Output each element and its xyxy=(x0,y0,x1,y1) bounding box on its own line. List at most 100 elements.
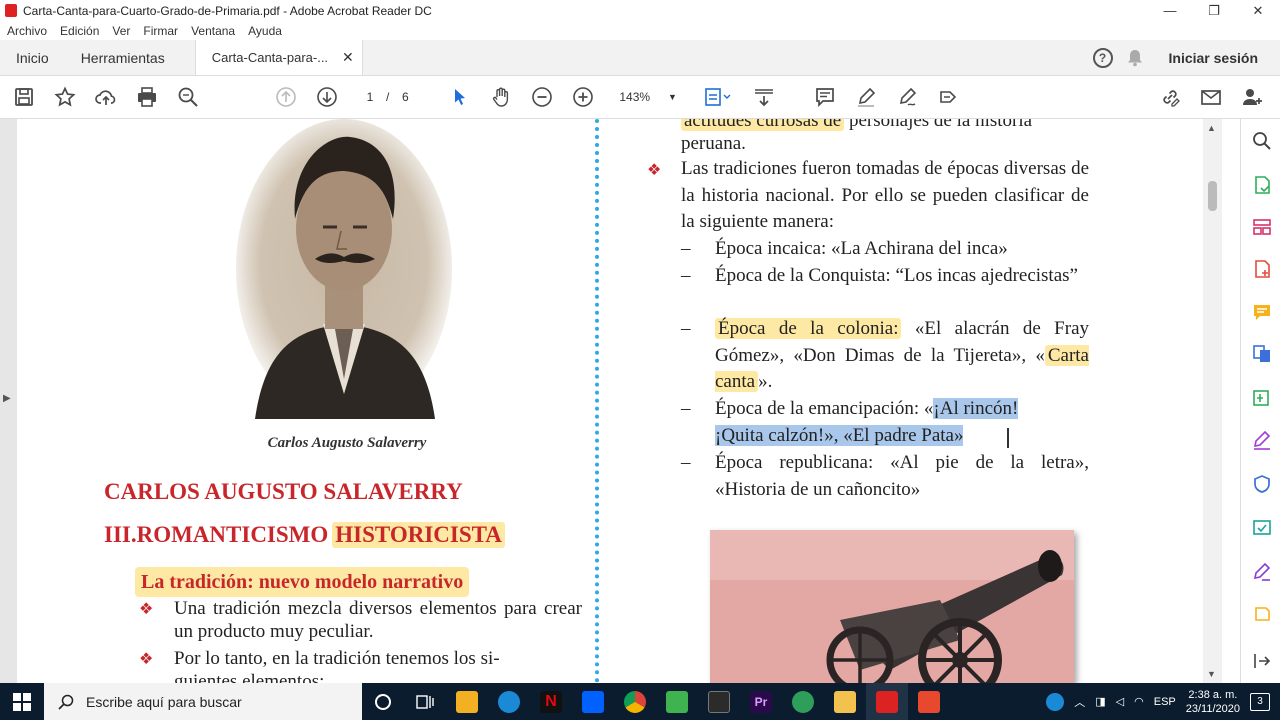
search-tool-icon[interactable] xyxy=(1251,130,1273,152)
scroll-down-icon[interactable]: ▼ xyxy=(1207,669,1216,679)
more-tools-icon[interactable] xyxy=(1251,603,1273,625)
file-explorer-icon[interactable] xyxy=(824,683,866,720)
windows-start-icon[interactable] xyxy=(0,683,44,720)
hand-tool-icon[interactable] xyxy=(488,84,514,110)
right-tools-panel xyxy=(1240,119,1280,683)
left-bullet-1-text: Una tradición mezcla diversos elementos … xyxy=(174,598,582,642)
chrome-app-icon[interactable] xyxy=(614,683,656,720)
menu-ayuda[interactable]: Ayuda xyxy=(248,24,282,38)
chevron-up-icon[interactable]: ︿ xyxy=(1074,694,1085,710)
salaverry-portrait-image xyxy=(236,119,452,419)
left-bullet-2-cut: guientes elementos: xyxy=(174,671,325,683)
taskbar-search-input[interactable]: Escribe aquí para buscar xyxy=(44,683,362,720)
zoom-search-icon[interactable] xyxy=(175,84,201,110)
menu-ventana[interactable]: Ventana xyxy=(191,24,235,38)
edge-app-icon[interactable] xyxy=(488,683,530,720)
help-icon[interactable]: ? xyxy=(1092,47,1113,68)
zoom-in-icon[interactable] xyxy=(570,84,596,110)
camtasia-app-icon[interactable] xyxy=(656,683,698,720)
window-title: Carta-Canta-para-Cuarto-Grado-de-Primari… xyxy=(23,3,432,18)
tab-document[interactable]: Carta-Canta-para-... ✕ xyxy=(194,40,363,75)
network-icon[interactable]: ◨ xyxy=(1095,695,1105,708)
tab-close-icon[interactable]: ✕ xyxy=(342,49,354,66)
maps-app-icon[interactable] xyxy=(782,683,824,720)
edit-pdf-icon[interactable] xyxy=(1251,387,1273,409)
scrollbar-thumb[interactable] xyxy=(1208,181,1217,211)
export-pdf-icon[interactable] xyxy=(1251,174,1273,196)
selected-text[interactable]: ¡Al rincón! xyxy=(933,398,1019,419)
tab-bar: Inicio Herramientas Carta-Canta-para-...… xyxy=(0,40,1280,76)
tab-herramientas[interactable]: Herramientas xyxy=(65,40,181,75)
right-top-rest: personajes de la historia xyxy=(844,119,1033,131)
tab-inicio[interactable]: Inicio xyxy=(0,40,65,75)
screen-recorder-app-icon[interactable] xyxy=(908,683,950,720)
epoch-emancipacion[interactable]: Época de la emancipación: «¡Al rincón! ¡Q… xyxy=(715,396,1089,449)
comment-tool-icon[interactable] xyxy=(1251,301,1273,323)
close-window-button[interactable]: ✕ xyxy=(1236,0,1280,21)
zoom-level-dropdown[interactable]: 143% ▼ xyxy=(619,90,677,104)
bell-icon[interactable] xyxy=(1127,49,1143,67)
pdf-page: Carlos Augusto Salaverry CARLOS AUGUSTO … xyxy=(17,119,1203,683)
save-icon[interactable] xyxy=(11,84,37,110)
print-icon[interactable] xyxy=(134,84,160,110)
fill-sign-icon[interactable] xyxy=(935,84,961,110)
cortana-icon[interactable] xyxy=(362,683,404,720)
wifi-icon[interactable]: ◠ xyxy=(1134,695,1144,708)
scroll-up-icon[interactable]: ▲ xyxy=(1207,123,1216,133)
fit-page-icon[interactable] xyxy=(700,84,736,110)
combine-files-icon[interactable] xyxy=(1251,343,1273,365)
menu-firmar[interactable]: Firmar xyxy=(143,24,178,38)
dash-marker: – xyxy=(681,265,691,286)
left-bullet-2-text: Por lo tanto, en la tradición tenemos lo… xyxy=(174,647,582,683)
upload-cloud-icon[interactable] xyxy=(93,84,119,110)
chevron-down-icon: ▼ xyxy=(668,92,677,102)
fill-sign-tool-icon[interactable] xyxy=(1251,429,1273,451)
acrobat-taskbar-icon[interactable] xyxy=(866,683,908,720)
collapse-panel-icon[interactable] xyxy=(1251,650,1273,672)
dash-marker: – xyxy=(681,398,691,419)
vertical-scrollbar[interactable]: ▲ ▼ xyxy=(1203,119,1222,683)
netflix-app-icon[interactable]: N xyxy=(530,683,572,720)
language-indicator[interactable]: ESP xyxy=(1154,696,1176,708)
menu-edicion[interactable]: Edición xyxy=(60,24,99,38)
zoom-out-icon[interactable] xyxy=(529,84,555,110)
prev-page-icon[interactable] xyxy=(273,84,299,110)
notifications-icon[interactable]: 3 xyxy=(1250,692,1270,711)
premiere-app-icon[interactable]: Pr xyxy=(740,683,782,720)
minimize-button[interactable]: — xyxy=(1148,0,1192,21)
email-icon[interactable] xyxy=(1198,84,1224,110)
video-editor-app-icon[interactable] xyxy=(698,683,740,720)
comment-icon[interactable] xyxy=(812,84,838,110)
signature-icon[interactable] xyxy=(1251,561,1273,583)
left-bullet-2-line: Por lo tanto, en la tradición tenemos lo… xyxy=(174,648,500,669)
clock-time: 2:38 a. m. xyxy=(1188,688,1238,701)
system-clock[interactable]: 2:38 a. m. 23/11/2020 xyxy=(1186,688,1240,716)
menu-ver[interactable]: Ver xyxy=(112,24,130,38)
next-page-icon[interactable] xyxy=(314,84,340,110)
speaker-icon[interactable]: ◁ xyxy=(1116,695,1124,708)
dropbox-app-icon[interactable] xyxy=(572,683,614,720)
selected-text[interactable]: ¡Quita calzón!», «El padre Pata» xyxy=(715,424,964,446)
draw-pen-icon[interactable] xyxy=(894,84,920,110)
bookmark-star-icon[interactable] xyxy=(52,84,78,110)
create-pdf-icon[interactable] xyxy=(1251,258,1273,280)
maximize-button[interactable]: ❐ xyxy=(1192,0,1236,21)
protect-shield-icon[interactable] xyxy=(1251,473,1273,495)
tab-herramientas-label: Herramientas xyxy=(80,49,165,66)
signin-link[interactable]: Iniciar sesión xyxy=(1169,50,1258,66)
menu-archivo[interactable]: Archivo xyxy=(7,24,47,38)
help-tray-icon[interactable] xyxy=(1046,692,1065,711)
task-view-icon[interactable] xyxy=(404,683,446,720)
page-number-input[interactable]: 1 xyxy=(358,90,382,104)
share-link-icon[interactable] xyxy=(1157,84,1183,110)
menu-bar: Archivo Edición Ver Firmar Ventana Ayuda xyxy=(0,21,1280,40)
organize-pages-icon[interactable] xyxy=(1251,216,1273,238)
scroll-mode-icon[interactable] xyxy=(751,84,777,110)
document-viewer[interactable]: ▶ Carlos Augusto Salaverry CARLOS AUGUST… xyxy=(0,119,1222,683)
store-app-icon[interactable] xyxy=(446,683,488,720)
highlight-pen-icon[interactable] xyxy=(853,84,879,110)
add-user-icon[interactable] xyxy=(1239,84,1265,110)
send-review-icon[interactable] xyxy=(1251,516,1273,538)
select-cursor-icon[interactable] xyxy=(447,84,473,110)
left-panel-toggle-icon[interactable]: ▶ xyxy=(3,393,11,404)
